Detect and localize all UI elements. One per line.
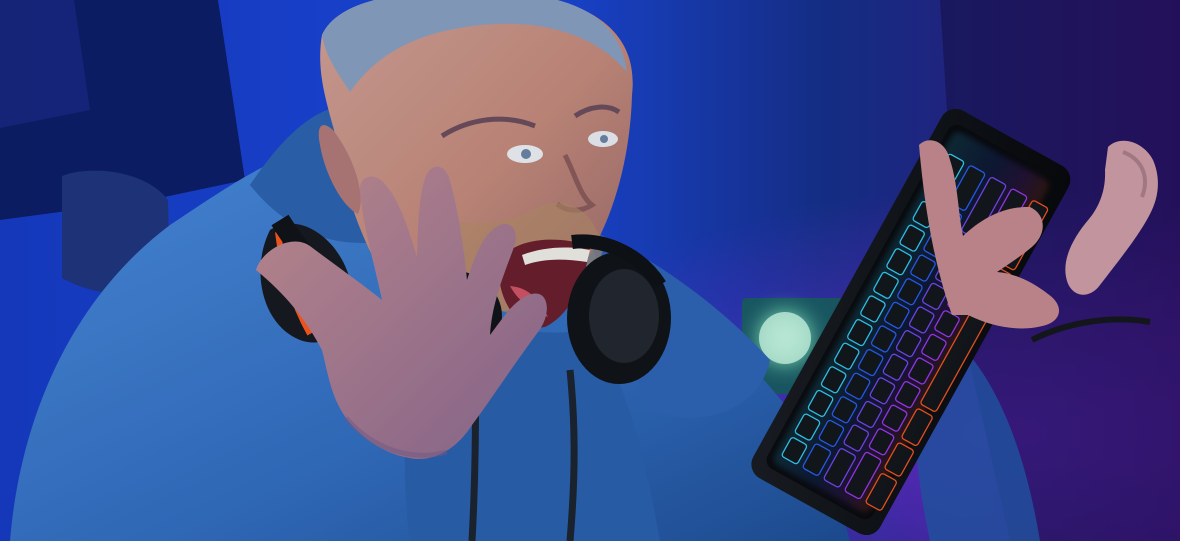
vignette-overlay (0, 0, 1180, 541)
photo-illustration (0, 0, 1180, 541)
photo-scene (0, 0, 1180, 541)
